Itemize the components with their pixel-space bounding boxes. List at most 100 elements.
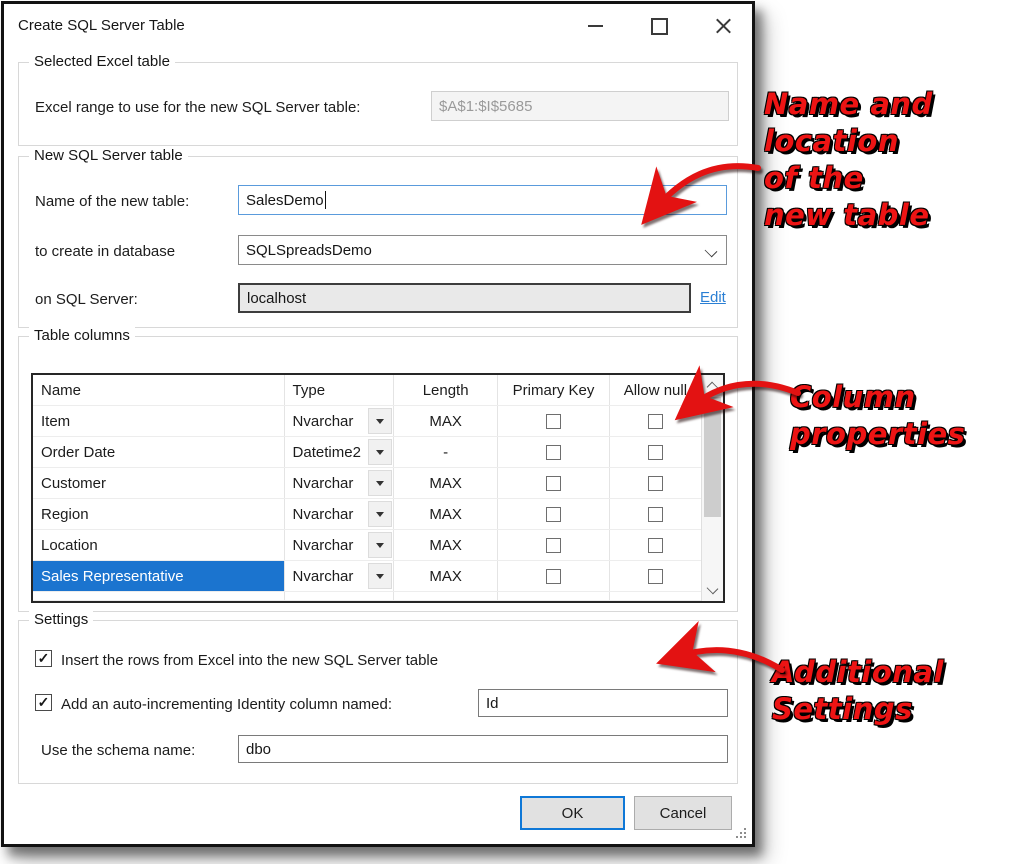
table-row[interactable]: Location Nvarchar MAX xyxy=(33,530,701,561)
edit-server-link[interactable]: Edit xyxy=(700,289,726,306)
cell-column-length[interactable]: MAX xyxy=(394,406,498,436)
cell-primary-key[interactable] xyxy=(498,406,609,436)
table-row[interactable]: Sales Representative Nvarchar MAX xyxy=(33,561,701,592)
cell-column-length[interactable]: - xyxy=(394,437,498,467)
cell-primary-key[interactable] xyxy=(498,530,609,560)
server-field: localhost xyxy=(238,283,691,313)
identity-name-input[interactable]: Id xyxy=(478,689,728,717)
type-dropdown-icon[interactable] xyxy=(368,563,392,589)
cell-column-name[interactable]: Item xyxy=(33,406,285,436)
type-dropdown-icon[interactable] xyxy=(368,532,392,558)
create-sql-table-dialog: Create SQL Server Table Selected Excel t… xyxy=(1,1,755,847)
primary-key-checkbox[interactable] xyxy=(546,507,561,522)
cell-column-length[interactable]: MAX xyxy=(394,468,498,498)
cell-allow-null[interactable] xyxy=(610,437,701,467)
close-icon xyxy=(715,18,732,35)
ok-button[interactable]: OK xyxy=(520,796,625,830)
minimize-button[interactable] xyxy=(570,4,620,48)
excel-range-label: Excel range to use for the new SQL Serve… xyxy=(35,99,360,116)
cell-column-type[interactable]: Nvarchar xyxy=(285,468,394,498)
allow-null-checkbox[interactable] xyxy=(648,507,663,522)
cell-column-name[interactable]: Sales Representative xyxy=(33,561,285,591)
cell-column-length[interactable]: MAX xyxy=(394,499,498,529)
table-name-value: SalesDemo xyxy=(246,192,324,209)
scrollbar-thumb[interactable] xyxy=(704,397,721,517)
scroll-down-icon[interactable] xyxy=(707,583,719,595)
table-name-input[interactable]: SalesDemo xyxy=(238,185,727,215)
group-legend: Selected Excel table xyxy=(29,53,175,70)
excel-range-field: $A$1:$I$5685 xyxy=(431,91,729,121)
cell-column-type[interactable]: Nvarchar xyxy=(285,499,394,529)
primary-key-checkbox[interactable] xyxy=(546,569,561,584)
type-value: Nvarchar xyxy=(293,568,354,585)
primary-key-checkbox[interactable] xyxy=(546,445,561,460)
identity-checkbox[interactable] xyxy=(35,694,52,711)
maximize-button[interactable] xyxy=(634,4,684,48)
columns-header-row: Name Type Length Primary Key Allow null xyxy=(33,375,701,406)
primary-key-checkbox[interactable] xyxy=(546,414,561,429)
table-row[interactable]: Item Nvarchar MAX xyxy=(33,406,701,437)
cell-allow-null[interactable] xyxy=(610,406,701,436)
excel-range-value: $A$1:$I$5685 xyxy=(439,98,532,115)
title-bar[interactable]: Create SQL Server Table xyxy=(4,4,752,48)
allow-null-checkbox[interactable] xyxy=(648,476,663,491)
group-selected-excel-table: Selected Excel table Excel range to use … xyxy=(18,62,738,146)
cell-primary-key[interactable] xyxy=(498,499,609,529)
minimize-icon xyxy=(588,25,603,27)
table-row[interactable]: Order Date Datetime2 - xyxy=(33,437,701,468)
annotation-name-location: Name and location of the new table xyxy=(764,86,942,234)
cell-primary-key[interactable] xyxy=(498,437,609,467)
type-value: Nvarchar xyxy=(293,413,354,430)
vertical-scrollbar[interactable] xyxy=(701,375,723,601)
length-value: MAX xyxy=(429,568,462,585)
cell-column-type[interactable]: Nvarchar xyxy=(285,406,394,436)
database-dropdown[interactable]: SQLSpreadsDemo xyxy=(238,235,727,265)
type-value: Nvarchar xyxy=(293,506,354,523)
cell-primary-key[interactable] xyxy=(498,561,609,591)
type-dropdown-icon[interactable] xyxy=(368,470,392,496)
text-caret xyxy=(325,191,326,209)
primary-key-checkbox[interactable] xyxy=(546,538,561,553)
table-row[interactable]: Region Nvarchar MAX xyxy=(33,499,701,530)
cell-allow-null[interactable] xyxy=(610,499,701,529)
length-value: MAX xyxy=(429,413,462,430)
cancel-button[interactable]: Cancel xyxy=(634,796,732,830)
partial-row xyxy=(33,592,701,601)
close-button[interactable] xyxy=(698,4,748,48)
primary-key-checkbox[interactable] xyxy=(546,476,561,491)
schema-name-input[interactable]: dbo xyxy=(238,735,728,763)
type-dropdown-icon[interactable] xyxy=(368,501,392,527)
columns-grid: Name Type Length Primary Key Allow null … xyxy=(31,373,725,603)
insert-rows-checkbox[interactable] xyxy=(35,650,52,667)
type-dropdown-icon[interactable] xyxy=(368,439,392,465)
scroll-up-icon[interactable] xyxy=(707,382,719,394)
cell-column-type[interactable]: Nvarchar xyxy=(285,530,394,560)
allow-null-checkbox[interactable] xyxy=(648,414,663,429)
cell-primary-key[interactable] xyxy=(498,468,609,498)
cell-allow-null[interactable] xyxy=(610,468,701,498)
header-length: Length xyxy=(394,375,498,405)
allow-null-checkbox[interactable] xyxy=(648,538,663,553)
cell-column-length[interactable]: MAX xyxy=(394,530,498,560)
resize-grip-icon[interactable] xyxy=(736,828,747,839)
insert-rows-label: Insert the rows from Excel into the new … xyxy=(61,652,438,669)
cell-column-name[interactable]: Customer xyxy=(33,468,285,498)
cell-column-type[interactable]: Datetime2 xyxy=(285,437,394,467)
cell-column-name[interactable]: Order Date xyxy=(33,437,285,467)
table-row[interactable]: Customer Nvarchar MAX xyxy=(33,468,701,499)
header-name: Name xyxy=(33,375,285,405)
type-dropdown-icon[interactable] xyxy=(368,408,392,434)
cell-column-type[interactable]: Nvarchar xyxy=(285,561,394,591)
cell-empty xyxy=(498,592,609,600)
cell-empty xyxy=(33,592,285,600)
server-value: localhost xyxy=(247,290,306,307)
cell-column-name[interactable]: Region xyxy=(33,499,285,529)
cell-allow-null[interactable] xyxy=(610,561,701,591)
length-value: MAX xyxy=(429,537,462,554)
allow-null-checkbox[interactable] xyxy=(648,445,663,460)
allow-null-checkbox[interactable] xyxy=(648,569,663,584)
maximize-icon xyxy=(651,18,668,35)
cell-column-name[interactable]: Location xyxy=(33,530,285,560)
cell-allow-null[interactable] xyxy=(610,530,701,560)
cell-column-length[interactable]: MAX xyxy=(394,561,498,591)
